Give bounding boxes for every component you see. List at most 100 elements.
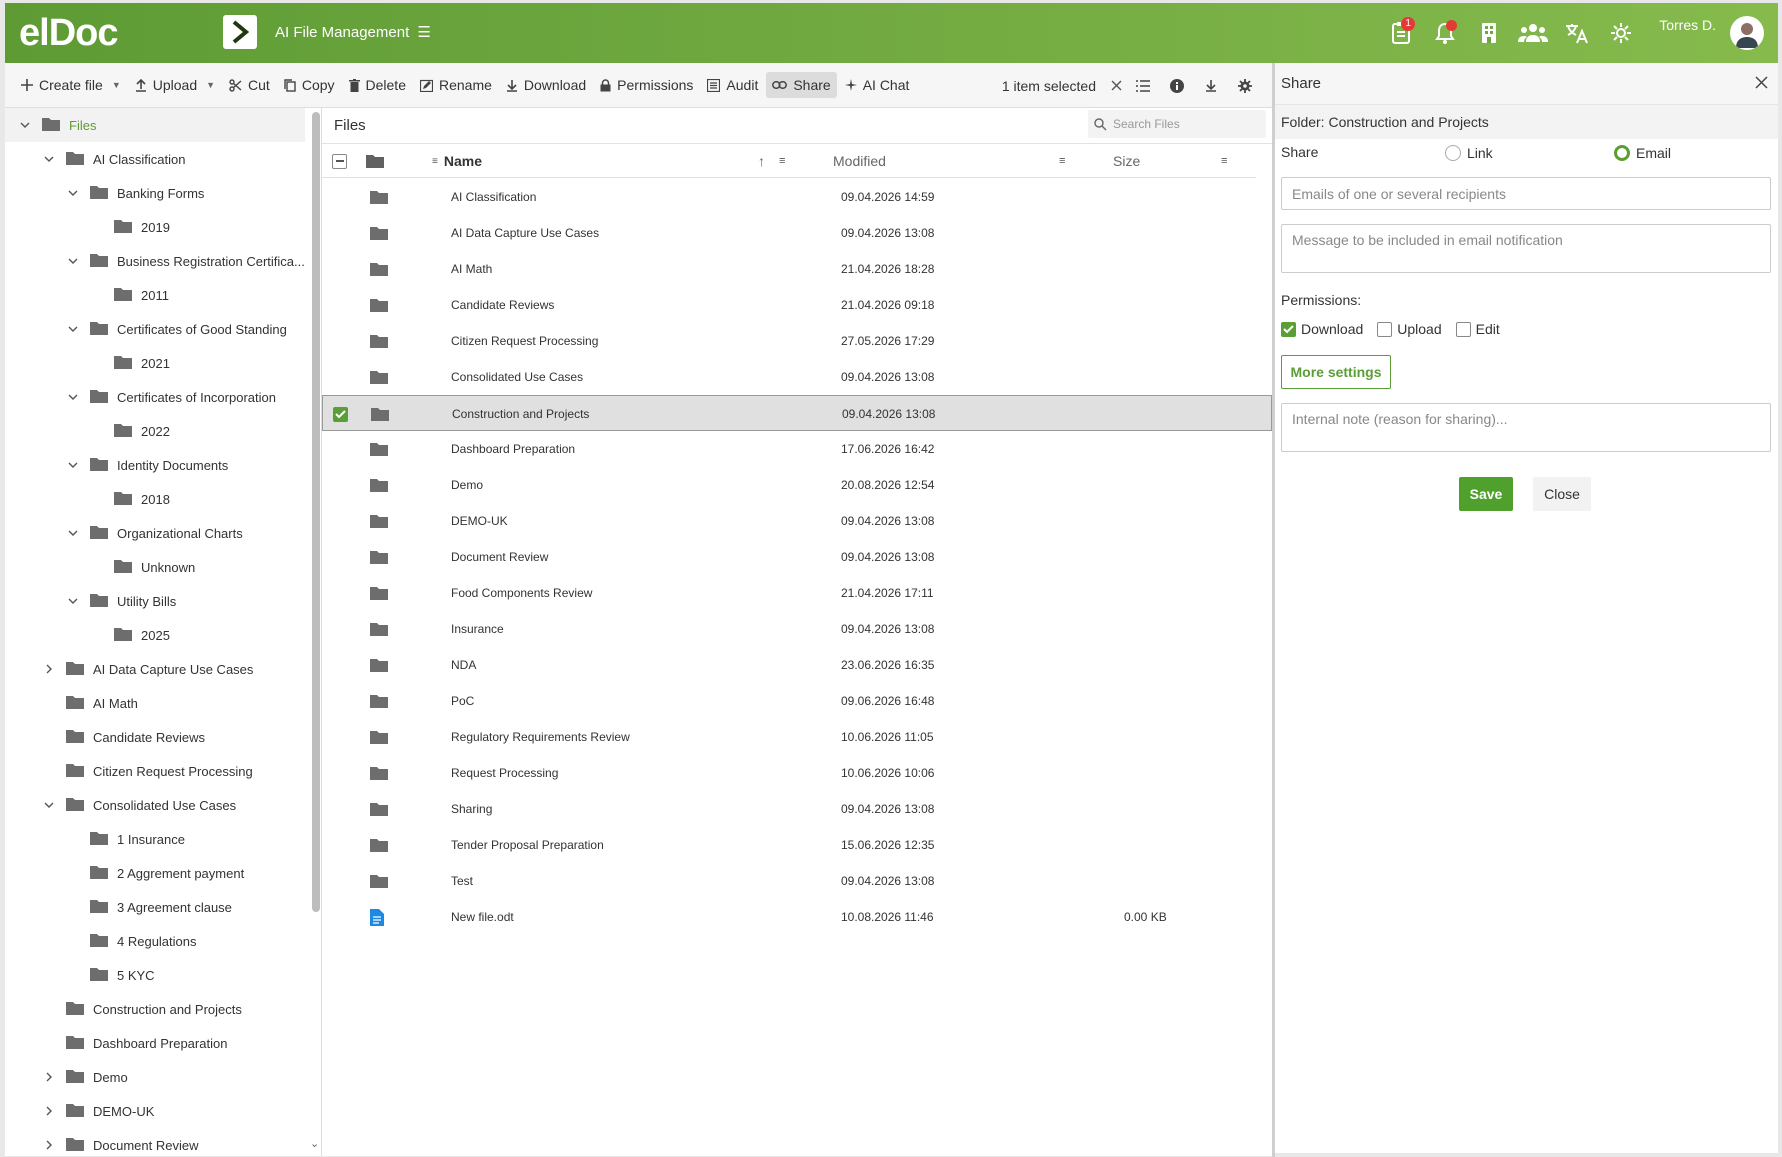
row-checkbox[interactable] bbox=[332, 611, 347, 647]
tree-node[interactable]: 2 Aggrement payment bbox=[5, 856, 305, 890]
row-checkbox[interactable] bbox=[332, 179, 347, 215]
tree-node[interactable]: Dashboard Preparation bbox=[5, 1026, 305, 1060]
tree-node[interactable]: DEMO-UK bbox=[5, 1094, 305, 1128]
row-checkbox[interactable] bbox=[332, 539, 347, 575]
chevron-right-icon[interactable] bbox=[42, 1104, 56, 1118]
row-checkbox[interactable] bbox=[332, 791, 347, 827]
chevron-down-icon[interactable] bbox=[66, 186, 80, 200]
list-settings-button[interactable] bbox=[1228, 78, 1262, 93]
more-settings-button[interactable]: More settings bbox=[1281, 355, 1391, 389]
internal-note-textarea[interactable]: Internal note (reason for sharing)... bbox=[1281, 403, 1771, 452]
chevron-down-icon[interactable] bbox=[42, 798, 56, 812]
tree-node[interactable]: Utility Bills bbox=[5, 584, 305, 618]
table-row[interactable]: PoC 09.06.2026 16:48 bbox=[322, 683, 1272, 719]
info-button[interactable] bbox=[1160, 78, 1194, 93]
table-row[interactable]: Citizen Request Processing 27.05.2026 17:… bbox=[322, 323, 1272, 359]
row-checkbox[interactable] bbox=[332, 755, 347, 791]
organization-button[interactable] bbox=[1467, 11, 1511, 55]
download-checkbox[interactable] bbox=[1281, 321, 1296, 337]
file-name[interactable]: Candidate Reviews bbox=[451, 287, 554, 323]
chevron-right-icon[interactable] bbox=[42, 662, 56, 676]
file-name[interactable]: AI Math bbox=[451, 251, 492, 287]
settings-button[interactable] bbox=[1599, 11, 1643, 55]
table-row[interactable]: Demo 20.08.2026 12:54 bbox=[322, 467, 1272, 503]
tree-scrollbar[interactable] bbox=[312, 112, 320, 912]
tree-node[interactable]: 2019 bbox=[5, 210, 305, 244]
email-radio[interactable] bbox=[1614, 145, 1630, 161]
notifications-button[interactable] bbox=[1423, 11, 1467, 55]
table-row[interactable]: Insurance 09.04.2026 13:08 bbox=[322, 611, 1272, 647]
chevron-down-icon[interactable] bbox=[66, 458, 80, 472]
row-checkbox[interactable] bbox=[332, 899, 347, 935]
tree-node[interactable]: 2011 bbox=[5, 278, 305, 312]
tree-node[interactable]: Demo bbox=[5, 1060, 305, 1094]
permissions-button[interactable]: Permissions bbox=[594, 72, 699, 98]
row-checkbox[interactable] bbox=[332, 683, 347, 719]
app-title[interactable]: AI File Management ☰ bbox=[275, 23, 431, 41]
tree-node[interactable]: Construction and Projects bbox=[5, 992, 305, 1026]
perm-edit-option[interactable]: Edit bbox=[1455, 321, 1500, 337]
tree-node[interactable]: 5 KYC bbox=[5, 958, 305, 992]
table-row[interactable]: Sharing 09.04.2026 13:08 bbox=[322, 791, 1272, 827]
chevron-right-icon[interactable] bbox=[42, 1070, 56, 1084]
row-checkbox[interactable] bbox=[332, 287, 347, 323]
create-file-button[interactable]: Create file ▼ bbox=[15, 72, 127, 98]
recipients-email-field[interactable]: Emails of one or several recipients bbox=[1281, 177, 1771, 210]
file-name[interactable]: Citizen Request Processing bbox=[451, 323, 598, 359]
tree-node[interactable]: Banking Forms bbox=[5, 176, 305, 210]
file-name[interactable]: AI Data Capture Use Cases bbox=[451, 215, 599, 251]
perm-upload-option[interactable]: Upload bbox=[1377, 321, 1442, 337]
table-row[interactable]: Tender Proposal Preparation 15.06.2026 12… bbox=[322, 827, 1272, 863]
share-option-link[interactable]: Link bbox=[1445, 145, 1493, 161]
tasks-button[interactable]: 1 bbox=[1379, 11, 1423, 55]
tree-node[interactable]: Files bbox=[5, 108, 305, 142]
table-row[interactable]: NDA 23.06.2026 16:35 bbox=[322, 647, 1272, 683]
chevron-right-icon[interactable] bbox=[42, 1138, 56, 1152]
copy-button[interactable]: Copy bbox=[278, 72, 341, 98]
file-name[interactable]: Tender Proposal Preparation bbox=[451, 827, 604, 863]
chevron-down-icon[interactable] bbox=[18, 118, 32, 132]
file-name[interactable]: Food Components Review bbox=[451, 575, 592, 611]
scroll-down-icon[interactable]: ⌄ bbox=[310, 1137, 319, 1150]
row-checkbox[interactable] bbox=[332, 827, 347, 863]
cut-button[interactable]: Cut bbox=[223, 72, 276, 98]
file-name[interactable]: Request Processing bbox=[451, 755, 558, 791]
clear-selection-button[interactable] bbox=[1106, 80, 1126, 91]
row-checkbox[interactable] bbox=[332, 323, 347, 359]
tree-node[interactable]: Citizen Request Processing bbox=[5, 754, 305, 788]
table-row[interactable]: AI Data Capture Use Cases 09.04.2026 13:0… bbox=[322, 215, 1272, 251]
file-name[interactable]: Regulatory Requirements Review bbox=[451, 719, 630, 755]
tree-node[interactable]: Business Registration Certifica... bbox=[5, 244, 305, 278]
row-checkbox[interactable] bbox=[332, 431, 347, 467]
table-row[interactable]: Construction and Projects 09.04.2026 13:0… bbox=[322, 395, 1272, 431]
table-row[interactable]: Regulatory Requirements Review 10.06.2026… bbox=[322, 719, 1272, 755]
share-option-email[interactable]: Email bbox=[1614, 145, 1671, 161]
tree-node[interactable]: Unknown bbox=[5, 550, 305, 584]
user-name[interactable]: Torres D. bbox=[1659, 17, 1716, 33]
share-button[interactable]: Share bbox=[766, 72, 837, 98]
filter-icon[interactable]: ≡ bbox=[432, 156, 438, 167]
audit-button[interactable]: Audit bbox=[701, 72, 764, 98]
modified-filter-icon[interactable]: ≡ bbox=[1059, 144, 1065, 178]
link-radio[interactable] bbox=[1445, 145, 1461, 161]
tree-node[interactable]: Certificates of Good Standing bbox=[5, 312, 305, 346]
list-view-button[interactable] bbox=[1126, 79, 1160, 92]
tree-node[interactable]: AI Data Capture Use Cases bbox=[5, 652, 305, 686]
table-row[interactable]: Dashboard Preparation 17.06.2026 16:42 bbox=[322, 431, 1272, 467]
file-name[interactable]: AI Classification bbox=[451, 179, 536, 215]
name-column-header[interactable]: ≡ Name bbox=[432, 144, 482, 178]
table-row[interactable]: AI Math 21.04.2026 18:28 bbox=[322, 251, 1272, 287]
tree-node[interactable]: 2025 bbox=[5, 618, 305, 652]
tree-node[interactable]: 2022 bbox=[5, 414, 305, 448]
file-name[interactable]: Test bbox=[451, 863, 473, 899]
row-checkbox[interactable] bbox=[332, 863, 347, 899]
file-name[interactable]: Consolidated Use Cases bbox=[451, 359, 583, 395]
file-name[interactable]: PoC bbox=[451, 683, 474, 719]
size-column-header[interactable]: Size bbox=[1113, 144, 1140, 178]
tree-node[interactable]: AI Classification bbox=[5, 142, 305, 176]
select-all-checkbox[interactable] bbox=[332, 144, 347, 178]
row-checkbox[interactable] bbox=[332, 467, 347, 503]
tree-node[interactable]: Certificates of Incorporation bbox=[5, 380, 305, 414]
tree-node[interactable]: Document Review bbox=[5, 1128, 305, 1156]
language-button[interactable] bbox=[1555, 11, 1599, 55]
